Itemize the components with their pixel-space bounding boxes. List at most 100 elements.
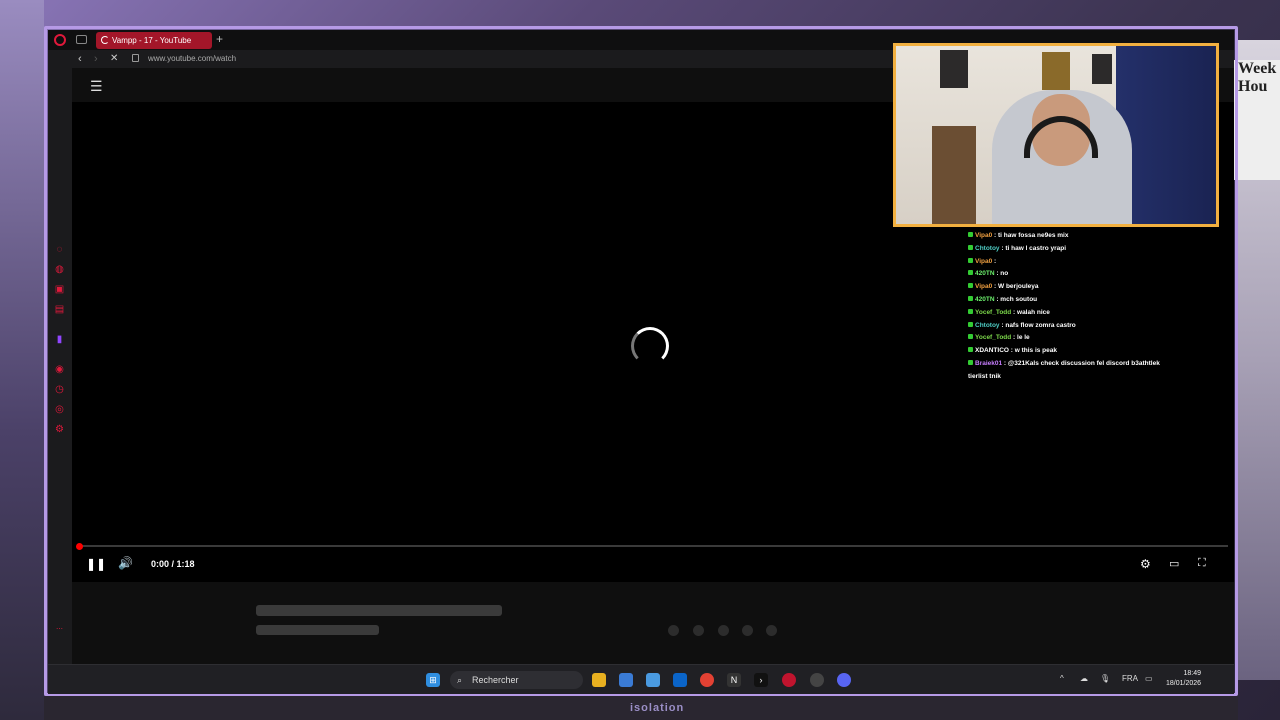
stream-chat: Vipa0 : ti haw fossa ne9es mix Chtotoy : …	[968, 230, 1183, 384]
tab-youtube[interactable]: Vampp - 17 - YouTube	[96, 32, 212, 49]
language-indicator[interactable]: FRA	[1122, 674, 1138, 683]
chat-message: 420TN : no	[968, 268, 1183, 281]
stop-icon[interactable]: ✕	[110, 53, 118, 64]
menu-icon[interactable]: ☰	[90, 78, 103, 95]
notion-icon[interactable]: N	[727, 673, 741, 687]
chat-username: Vipa0	[975, 257, 993, 265]
chat-text: mch soutou	[1000, 295, 1038, 303]
more-icon[interactable]: ⋯	[54, 624, 65, 635]
mic-icon[interactable]: 🎙	[1100, 674, 1110, 683]
opera-logo-icon[interactable]	[54, 34, 66, 46]
chat-message: Braiek01 : @321Kals check discussion fel…	[968, 358, 1183, 371]
badge-icon	[968, 257, 973, 263]
search-label: Rechercher	[472, 675, 519, 685]
chat-username: Vipa0	[975, 283, 993, 291]
chat-message: Chtotoy : ti haw l castro yrapi	[968, 243, 1183, 256]
whatsapp-icon[interactable]: ◎	[54, 404, 65, 415]
stream-scene: Week Hou isolation Vampp - 17 - YouTube …	[0, 0, 1280, 720]
pause-icon[interactable]: ❚❚	[86, 557, 106, 571]
badge-icon	[968, 295, 973, 301]
badge-icon	[968, 270, 973, 276]
badge-icon	[968, 334, 973, 340]
chat-username: 420TN	[975, 295, 995, 303]
loading-icon	[101, 36, 109, 44]
chat-message: Vipa0 :	[968, 256, 1183, 269]
chat-text: w this is peak	[1014, 347, 1058, 355]
badge-icon	[968, 347, 973, 353]
windows-taskbar: ⊞ ⌕ Rechercher N › ^ ☁ 🎙 FRA ▭ 18:49 18/…	[48, 664, 1234, 694]
progress-bar[interactable]	[80, 545, 1228, 547]
back-icon[interactable]: ‹	[78, 53, 82, 65]
tray-chevron-icon[interactable]: ^	[1060, 674, 1064, 683]
chat-message: Yocef_Todd : le le	[968, 332, 1183, 345]
aria-icon[interactable]: ◌	[54, 244, 65, 255]
time-display: 0:00 / 1:18	[151, 559, 195, 569]
clock-time: 18:49	[1183, 670, 1202, 677]
opera-sidebar: ◌ ◍ ▣ ▤ ▮ ◉ ◷ ◎ ⚙ ⋯	[48, 68, 72, 694]
chat-username: 420TN	[975, 270, 995, 278]
settings-gear-icon[interactable]: ⚙	[1140, 557, 1151, 571]
twitch-icon[interactable]: ▮	[54, 334, 65, 345]
lock-icon	[132, 54, 139, 62]
progress-scrubber[interactable]	[76, 543, 83, 550]
chat-message: Vipa0 : ti haw fossa ne9es mix	[968, 230, 1183, 243]
player-icon[interactable]: ◉	[54, 364, 65, 375]
chrome-icon[interactable]	[700, 673, 714, 687]
tab-switcher-icon[interactable]	[76, 35, 87, 44]
action-placeholder	[693, 625, 704, 636]
chat-text: tierlist tnik	[968, 372, 1001, 380]
badge-icon	[968, 308, 973, 314]
chat-message: Vipa0 : W berjouleya	[968, 281, 1183, 294]
badge-icon	[968, 359, 973, 365]
taskbar-search[interactable]: ⌕ Rechercher	[450, 671, 583, 689]
wall-poster	[1092, 54, 1112, 84]
bookshelf	[932, 126, 976, 224]
store-icon[interactable]	[646, 673, 660, 687]
subtitle-placeholder	[256, 625, 379, 635]
notification-icon[interactable]: ◍	[54, 264, 65, 275]
webcam-overlay	[893, 43, 1219, 227]
action-placeholder	[742, 625, 753, 636]
opera-taskbar-icon[interactable]	[782, 673, 796, 687]
forward-icon[interactable]: ›	[94, 53, 98, 65]
background-sticker: isolation	[630, 702, 685, 714]
mail-icon[interactable]: ▤	[54, 304, 65, 315]
fullscreen-icon[interactable]: ⛶	[1198, 557, 1206, 570]
onedrive-icon[interactable]: ☁	[1080, 674, 1088, 683]
chat-username: XDANTICO	[975, 347, 1009, 355]
history-icon[interactable]: ◷	[54, 384, 65, 395]
settings-icon[interactable]: ⚙	[54, 424, 65, 435]
copilot-icon[interactable]	[619, 673, 633, 687]
url-field[interactable]: www.youtube.com/watch	[148, 54, 236, 63]
chat-message: tierlist tnik	[968, 371, 1183, 384]
messenger-icon[interactable]: ▣	[54, 284, 65, 295]
discord-icon[interactable]	[837, 673, 851, 687]
terminal-icon[interactable]: ›	[754, 673, 768, 687]
chat-text: le le	[1017, 334, 1030, 342]
chat-text: @321Kals check discussion fel discord b3…	[1007, 359, 1160, 367]
title-placeholder	[256, 605, 502, 616]
chat-text: W berjouleya	[998, 283, 1039, 291]
taskbar-clock[interactable]: 18:49 18/01/2026	[1166, 669, 1201, 689]
file-explorer-icon[interactable]	[592, 673, 606, 687]
chat-text: nafs flow zomra castro	[1005, 321, 1076, 329]
steam-icon[interactable]	[810, 673, 824, 687]
chat-username: Yocef_Todd	[975, 334, 1012, 342]
chat-message: Chtotoy : nafs flow zomra castro	[968, 320, 1183, 333]
chat-text: no	[1000, 270, 1009, 278]
chat-text: ti haw l castro yrapi	[1005, 244, 1067, 252]
new-tab-button[interactable]: +	[216, 32, 223, 46]
chat-text: ti haw fossa ne9es mix	[998, 232, 1069, 239]
wall-poster	[940, 50, 968, 88]
badge-icon	[968, 283, 973, 289]
start-icon[interactable]: ⊞	[426, 673, 440, 687]
network-icon[interactable]: ▭	[1145, 674, 1153, 683]
chat-text: walah nice	[1017, 308, 1050, 316]
chat-message: 420TN : mch soutou	[968, 294, 1183, 307]
theater-mode-icon[interactable]: ▭	[1169, 557, 1179, 570]
search-icon: ⌕	[457, 675, 463, 685]
volume-icon[interactable]: 🔊	[118, 556, 133, 570]
outlook-icon[interactable]	[673, 673, 687, 687]
action-placeholder	[668, 625, 679, 636]
badge-icon	[968, 232, 973, 237]
